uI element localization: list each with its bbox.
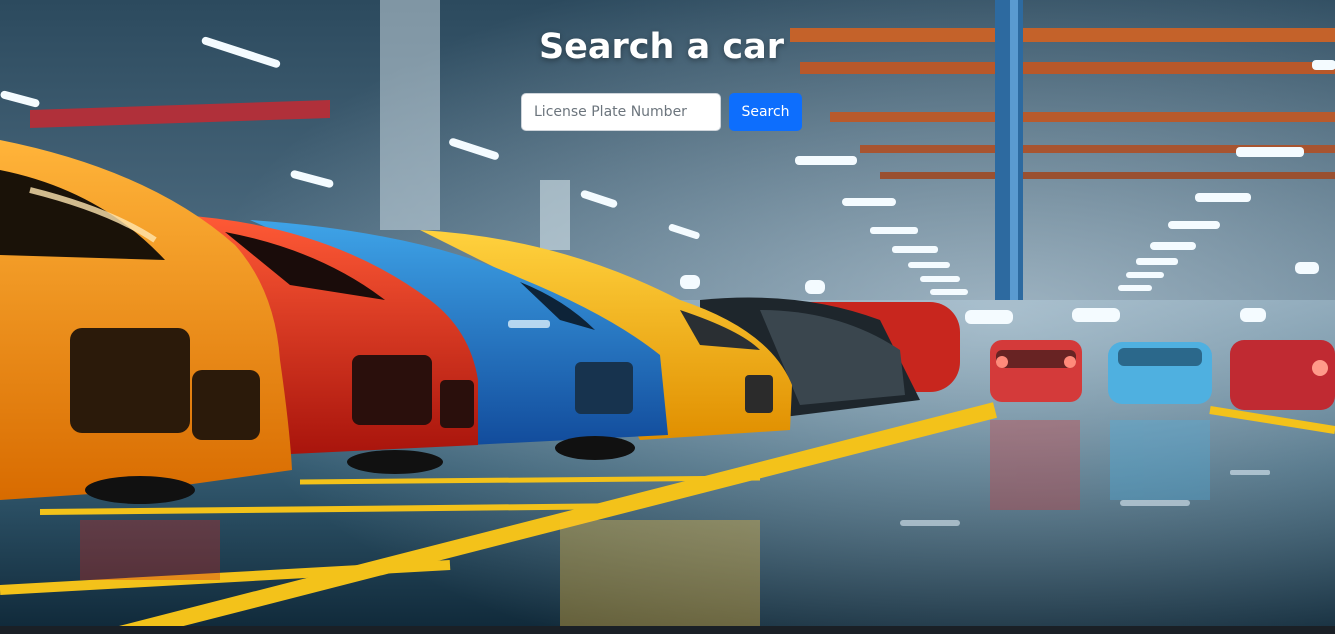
page: Search a car Search	[0, 0, 1335, 634]
search-button[interactable]: Search	[729, 93, 802, 131]
page-bottom-edge	[0, 626, 1335, 634]
page-title: Search a car	[538, 27, 785, 67]
search-form: Search	[521, 93, 802, 131]
license-plate-input[interactable]	[521, 93, 721, 131]
